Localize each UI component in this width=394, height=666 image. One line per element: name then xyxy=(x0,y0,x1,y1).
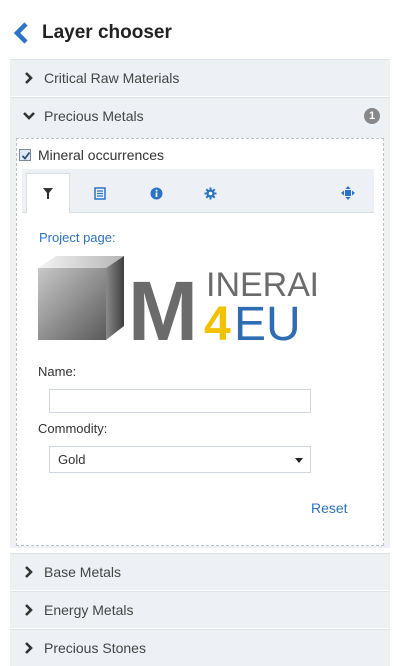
accordion-precious-metals[interactable]: Precious Metals 1 xyxy=(10,97,390,134)
caret-down-icon xyxy=(295,458,303,463)
reset-link[interactable]: Reset xyxy=(311,500,348,516)
minerals4eu-logo: M INERALS 4 EU xyxy=(38,252,352,358)
layer-checkbox-row: Mineral occurrences xyxy=(19,147,164,163)
layer-tabs xyxy=(22,169,374,213)
accordion-label: Precious Metals xyxy=(44,108,144,124)
svg-text:M: M xyxy=(128,264,198,342)
chevron-down-icon xyxy=(18,111,40,121)
filter-icon xyxy=(43,188,53,199)
accordion-critical-raw-materials[interactable]: Critical Raw Materials xyxy=(10,59,390,96)
chevron-right-icon xyxy=(18,604,40,616)
layer-checkbox[interactable] xyxy=(19,149,31,161)
tab-legend[interactable] xyxy=(78,173,122,213)
back-button[interactable] xyxy=(12,22,32,44)
accordion-label: Critical Raw Materials xyxy=(44,70,180,86)
name-label: Name: xyxy=(38,364,77,379)
svg-text:4: 4 xyxy=(204,298,231,342)
page-title: Layer chooser xyxy=(42,22,172,43)
tab-info[interactable] xyxy=(134,173,178,213)
tab-move[interactable] xyxy=(326,173,370,213)
move-icon xyxy=(341,186,355,200)
checkmark-icon xyxy=(21,151,31,160)
accordion-label: Precious Stones xyxy=(44,640,146,656)
commodity-value: Gold xyxy=(58,452,86,467)
gear-icon xyxy=(204,187,216,199)
commodity-select[interactable]: Gold xyxy=(49,446,311,473)
header: Layer chooser xyxy=(0,0,394,54)
accordion-energy-metals[interactable]: Energy Metals xyxy=(10,591,390,628)
list-icon xyxy=(94,186,106,200)
accordion-precious-stones[interactable]: Precious Stones xyxy=(10,629,390,666)
accordion-base-metals[interactable]: Base Metals xyxy=(10,553,390,590)
chevron-right-icon xyxy=(18,72,40,84)
project-page-link[interactable]: Project page: xyxy=(39,230,116,245)
accordion-label: Energy Metals xyxy=(44,602,134,618)
info-icon xyxy=(150,187,162,199)
tab-settings[interactable] xyxy=(188,173,232,213)
commodity-label: Commodity: xyxy=(38,421,108,436)
svg-text:EU: EU xyxy=(234,298,301,342)
name-input[interactable] xyxy=(49,389,311,413)
chevron-right-icon xyxy=(18,642,40,654)
tab-filter[interactable] xyxy=(26,173,70,213)
accordion-label: Base Metals xyxy=(44,564,122,580)
checkbox-label: Mineral occurrences xyxy=(38,147,165,163)
count-badge: 1 xyxy=(364,108,380,124)
chevron-left-icon xyxy=(13,22,28,44)
chevron-right-icon xyxy=(18,566,40,578)
